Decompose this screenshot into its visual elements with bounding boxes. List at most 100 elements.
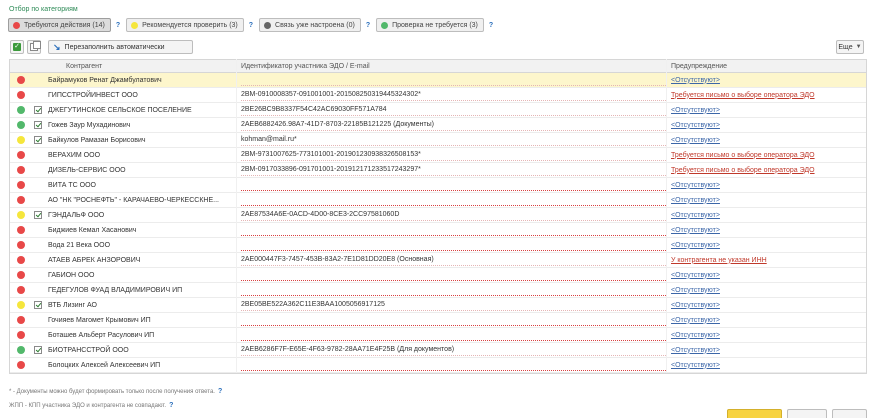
warning-link[interactable]: У контрагента не указан ИНН <box>671 257 767 264</box>
warning-link[interactable]: <Отсутствуют> <box>671 332 720 339</box>
edo-id-field[interactable]: 2BM-0910008357-091001001-201508250319445… <box>241 90 666 101</box>
table-row[interactable]: ДЖЕГУТИНСКОЕ СЕЛЬСКОЕ ПОСЕЛЕНИЕ 2BE26BC9B… <box>10 102 866 118</box>
warning-link[interactable]: Требуется письмо о выборе оператора ЭДО <box>671 92 815 99</box>
warning-link[interactable]: <Отсутствуют> <box>671 317 720 324</box>
table-row[interactable]: АТАЕВ АБРЕК АНЗОРОВИЧ 2AE000447F3-7457-45… <box>10 252 866 268</box>
warning-link[interactable]: <Отсутствуют> <box>671 227 720 234</box>
check-all-button[interactable]: ✓ <box>10 40 24 54</box>
edo-id-field[interactable]: 2BM-9731007625-773101001-201901230938326… <box>241 150 666 161</box>
edo-id-field[interactable]: 2AE87534A6E-0ACD-4D00-8CE3-2CC97581060D <box>241 210 666 221</box>
edo-id-field[interactable]: 2AE000447F3-7457-453B-83A2-7E1D81DD20E8 … <box>241 255 666 266</box>
edo-id-field[interactable] <box>241 285 666 296</box>
row-checkbox[interactable] <box>34 211 42 219</box>
help-icon[interactable]: ? <box>249 22 253 29</box>
table-row[interactable]: Болоцких Алексей Алексеевич ИП <Отсутству… <box>10 357 866 373</box>
help-icon[interactable]: ? <box>169 402 173 409</box>
edo-id-field[interactable]: 2AEB6286F7F-E65E-4F63-9782-28AA71E4F25B … <box>241 345 666 356</box>
edo-id-field[interactable] <box>241 75 666 86</box>
warning-link[interactable]: <Отсутствуют> <box>671 122 720 129</box>
edo-id-field[interactable]: kohman@mail.ru* <box>241 135 666 146</box>
more-button[interactable]: Еще ▼ <box>836 40 864 54</box>
status-dot-icon <box>17 331 25 339</box>
edo-id-field[interactable]: 2AEB6882426.98A7-41D7-8703-22185B121225 … <box>241 120 666 131</box>
edo-id-field[interactable]: 2BE05BE522A362C11E3BAA1005056917125 <box>241 300 666 311</box>
table-row[interactable]: ГЭНДАЛЬФ ООО 2AE87534A6E-0ACD-4D00-8CE3-2… <box>10 207 866 223</box>
table-row[interactable]: Байрамуков Ренат Джамбулатович <Отсутству… <box>10 72 866 88</box>
table-row[interactable]: Вода 21 Века ООО <Отсутствуют> <box>10 237 866 253</box>
table-row[interactable]: Байкулов Рамазан Борисович kohman@mail.ru… <box>10 132 866 148</box>
edo-id-field[interactable] <box>241 360 666 371</box>
table-row[interactable]: Гожев Заур Мухадинович 2AEB6882426.98A7-4… <box>10 117 866 133</box>
warning-link[interactable]: <Отсутствуют> <box>671 302 720 309</box>
table-row[interactable]: Гочияев Магомет Крымович ИП <Отсутствуют> <box>10 312 866 328</box>
table-row[interactable]: Боташев Альберт Расулович ИП <Отсутствуют… <box>10 327 866 343</box>
warning-cell: <Отсутствуют> <box>667 298 866 313</box>
warning-link[interactable]: <Отсутствуют> <box>671 362 720 369</box>
table-row[interactable]: АО "НК "РОСНЕФТЬ" - КАРАЧАЕВО-ЧЕРКЕССКНЕ… <box>10 192 866 208</box>
table-row[interactable]: ВТБ Лизинг АО 2BE05BE522A362C11E3BAA10050… <box>10 297 866 313</box>
warning-link[interactable]: Требуется письмо о выборе оператора ЭДО <box>671 167 815 174</box>
warning-link[interactable]: <Отсутствуют> <box>671 77 720 84</box>
status-dot-icon <box>17 76 25 84</box>
edo-id-field[interactable] <box>241 315 666 326</box>
table-row[interactable]: ВЕРАХИМ ООО 2BM-9731007625-773101001-2019… <box>10 147 866 163</box>
category-dot-icon <box>264 21 272 29</box>
warning-cell: <Отсутствуют> <box>667 283 866 298</box>
tertiary-action-button[interactable] <box>832 409 867 418</box>
help-icon[interactable]: ? <box>489 22 493 29</box>
row-checkbox[interactable] <box>34 346 42 354</box>
help-icon[interactable]: ? <box>218 388 222 395</box>
toolbar: ✓ ↘ Перезаполнить автоматически Еще ▼ <box>8 40 865 55</box>
table-row[interactable]: БИОТРАНССТРОЙ ООО 2AEB6286F7F-E65E-4F63-9… <box>10 342 866 358</box>
row-checkbox[interactable] <box>34 106 42 114</box>
row-checkbox[interactable] <box>34 121 42 129</box>
table-row[interactable]: ГЕДЕГУЛОВ ФУАД ВЛАДИМИРОВИЧ ИП <Отсутству… <box>10 282 866 298</box>
edo-id-field[interactable] <box>241 195 666 206</box>
edo-id-field[interactable] <box>241 180 666 191</box>
help-icon[interactable]: ? <box>366 22 370 29</box>
edo-id-field[interactable]: 2BE26BC9B8337F54C42AC69030FF571A784 <box>241 105 666 116</box>
row-checkbox[interactable] <box>34 301 42 309</box>
warning-link[interactable]: <Отсутствуют> <box>671 272 720 279</box>
warning-link[interactable]: <Отсутствуют> <box>671 182 720 189</box>
uncheck-all-button[interactable] <box>27 40 41 54</box>
table-row[interactable]: ГАБИОН ООО <Отсутствуют> <box>10 267 866 283</box>
warning-link[interactable]: <Отсутствуют> <box>671 197 720 204</box>
edo-id-field[interactable] <box>241 240 666 251</box>
help-icon[interactable]: ? <box>116 22 120 29</box>
table-row[interactable]: Биджиев Кемал Хасанович <Отсутствуют> <box>10 222 866 238</box>
filter-button[interactable]: Требуются действия (14) <box>8 18 111 32</box>
refill-automatically-button[interactable]: ↘ Перезаполнить автоматически <box>48 40 193 54</box>
checkbox-cell <box>32 343 44 358</box>
warning-link[interactable]: <Отсутствуют> <box>671 242 720 249</box>
status-dot-icon <box>17 106 25 114</box>
edo-id-field[interactable] <box>241 225 666 236</box>
warning-link[interactable]: <Отсутствуют> <box>671 212 720 219</box>
edo-id-cell <box>237 282 667 298</box>
edo-id-field[interactable] <box>241 270 666 281</box>
edo-id-field[interactable]: 2BM-0917033896-091701001-201912171233517… <box>241 165 666 176</box>
edo-id-cell <box>237 267 667 283</box>
warning-link[interactable]: <Отсутствуют> <box>671 287 720 294</box>
filter-button[interactable]: Проверка не требуется (3) <box>376 18 484 32</box>
filter-button[interactable]: Связь уже настроена (0) <box>259 18 361 32</box>
edo-id-field[interactable] <box>241 330 666 341</box>
warning-cell: <Отсутствуют> <box>667 208 866 223</box>
table-row[interactable]: ВИТА ТС ООО <Отсутствуют> <box>10 177 866 193</box>
primary-action-button[interactable] <box>727 409 782 418</box>
column-header-counterparty[interactable]: Контрагент <box>44 58 237 74</box>
secondary-action-button[interactable] <box>787 409 827 418</box>
column-header-warning[interactable]: Предупреждение <box>667 59 866 74</box>
status-dot-icon <box>17 166 25 174</box>
warning-link[interactable]: <Отсутствуют> <box>671 347 720 354</box>
filter-button[interactable]: Рекомендуется проверить (3) <box>126 18 244 32</box>
status-cell <box>10 313 32 328</box>
table-row[interactable]: ДИЗЕЛЬ-СЕРВИС ООО 2BM-0917033896-09170100… <box>10 162 866 178</box>
warning-link[interactable]: Требуется письмо о выборе оператора ЭДО <box>671 152 815 159</box>
row-checkbox[interactable] <box>34 136 42 144</box>
warning-link[interactable]: <Отсутствуют> <box>671 107 720 114</box>
table-row[interactable]: ГИПССТРОЙИНВЕСТ ООО 2BM-0910008357-091001… <box>10 87 866 103</box>
column-header-edo-id[interactable]: Идентификатор участника ЭДО / E-mail <box>237 58 667 74</box>
warning-link[interactable]: <Отсутствуют> <box>671 137 720 144</box>
checkbox-cell <box>32 163 44 178</box>
